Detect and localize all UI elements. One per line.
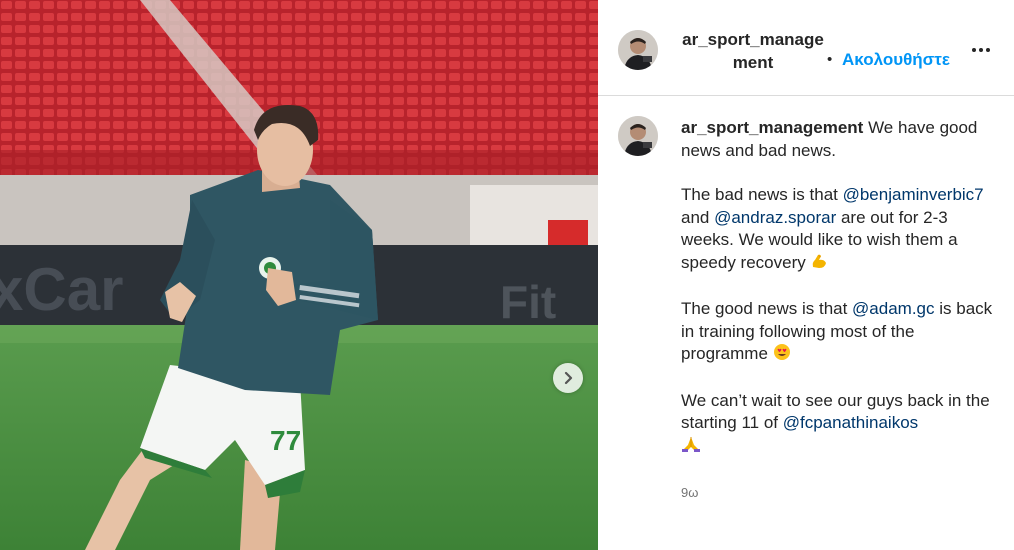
avatar-image [618,30,658,70]
svg-text:77: 77 [270,425,301,456]
mention-link[interactable]: @andraz.sporar [714,208,836,227]
post-header: ar_sport_management • Ακολουθήστε [598,0,1014,96]
mention-link[interactable]: @adam.gc [852,299,934,318]
post-caption: ar_sport_management We have good news an… [681,117,997,481]
caption-text: and [681,207,715,227]
caption-text: The bad news is that [681,185,843,204]
folded-hands-emoji [681,435,701,460]
player-training-photo: xCar Fit 77 [0,0,598,550]
caption-username[interactable]: ar_sport_management [681,118,863,137]
caption-closing: We can’t wait to see our guys back in th… [681,390,997,460]
more-dot-icon [972,48,976,52]
svg-text:xCar: xCar [0,256,123,323]
separator-dot: • [827,51,833,68]
post-side-panel: ar_sport_management • Ακολουθήστε ar_spo… [598,0,1014,550]
header-username[interactable]: ar_sport_management [680,28,826,74]
more-options-button[interactable] [968,38,994,62]
caption-avatar[interactable] [618,116,658,156]
next-image-button[interactable] [553,363,583,393]
heart-eyes-emoji [773,343,791,368]
avatar[interactable] [618,30,658,70]
caption-text: The good news is that [681,299,853,318]
caption-good-news: The good news is that @adam.gc is back i… [681,298,997,368]
more-dot-icon [986,48,990,52]
mention-link[interactable]: @fcpanathinaikos [783,413,918,432]
avatar-image [618,116,658,156]
svg-text:Fit: Fit [500,276,556,328]
post-timestamp[interactable]: 9ω [681,485,698,500]
caption-bad-news: The bad news is that @benjaminverbic7 an… [681,184,997,276]
caption-intro: ar_sport_management We have good news an… [681,117,997,162]
more-dot-icon [979,48,983,52]
follow-button[interactable]: Ακολουθήστε [842,50,950,70]
chevron-right-icon [564,371,573,385]
post-photo: xCar Fit 77 [0,0,598,550]
flexed-biceps-emoji [810,252,828,277]
mention-link[interactable]: @benjaminverbic7 [843,185,984,204]
